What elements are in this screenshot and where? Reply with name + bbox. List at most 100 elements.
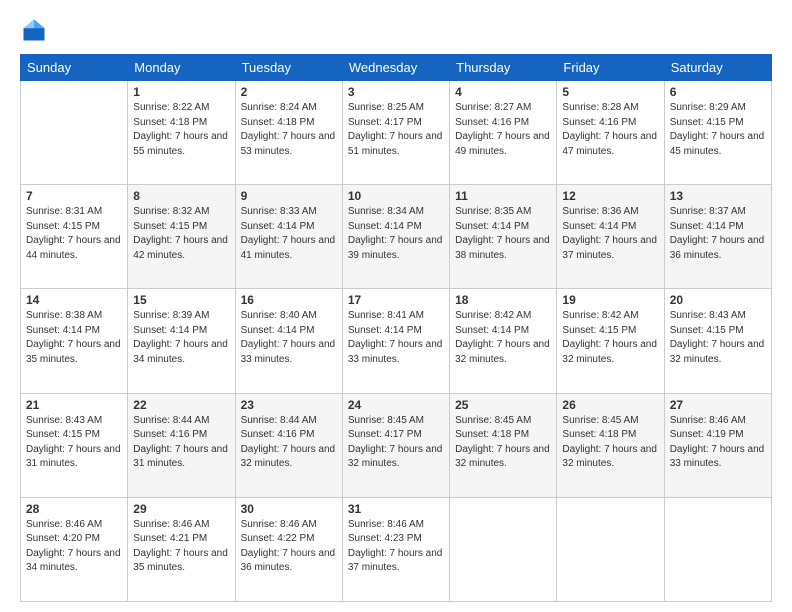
daylight: Daylight: 7 hours and 32 minutes.: [670, 339, 765, 365]
day-number: 31: [348, 502, 444, 516]
day-number: 4: [455, 85, 551, 99]
daylight: Daylight: 7 hours and 39 minutes.: [348, 235, 443, 261]
sunrise: Sunrise: 8:46 AM: [348, 519, 424, 530]
daylight: Daylight: 7 hours and 42 minutes.: [133, 235, 228, 261]
day-number: 3: [348, 85, 444, 99]
sunset: Sunset: 4:15 PM: [26, 429, 100, 440]
calendar-cell: [557, 497, 664, 601]
daylight: Daylight: 7 hours and 45 minutes.: [670, 131, 765, 157]
sunset: Sunset: 4:16 PM: [455, 117, 529, 128]
day-number: 13: [670, 189, 766, 203]
calendar-week-row: 7 Sunrise: 8:31 AM Sunset: 4:15 PM Dayli…: [21, 185, 772, 289]
day-detail: Sunrise: 8:46 AM Sunset: 4:19 PM Dayligh…: [670, 414, 766, 472]
day-number: 10: [348, 189, 444, 203]
day-detail: Sunrise: 8:46 AM Sunset: 4:23 PM Dayligh…: [348, 518, 444, 576]
sunrise: Sunrise: 8:45 AM: [562, 415, 638, 426]
sunset: Sunset: 4:17 PM: [348, 429, 422, 440]
day-number: 2: [241, 85, 337, 99]
sunset: Sunset: 4:14 PM: [348, 325, 422, 336]
day-detail: Sunrise: 8:46 AM Sunset: 4:22 PM Dayligh…: [241, 518, 337, 576]
day-detail: Sunrise: 8:36 AM Sunset: 4:14 PM Dayligh…: [562, 205, 658, 263]
calendar-cell: 16 Sunrise: 8:40 AM Sunset: 4:14 PM Dayl…: [235, 289, 342, 393]
calendar-cell: 18 Sunrise: 8:42 AM Sunset: 4:14 PM Dayl…: [450, 289, 557, 393]
day-detail: Sunrise: 8:22 AM Sunset: 4:18 PM Dayligh…: [133, 101, 229, 159]
day-number: 7: [26, 189, 122, 203]
calendar-cell: 10 Sunrise: 8:34 AM Sunset: 4:14 PM Dayl…: [342, 185, 449, 289]
day-number: 24: [348, 398, 444, 412]
day-detail: Sunrise: 8:27 AM Sunset: 4:16 PM Dayligh…: [455, 101, 551, 159]
day-number: 9: [241, 189, 337, 203]
sunrise: Sunrise: 8:36 AM: [562, 206, 638, 217]
calendar-cell: 15 Sunrise: 8:39 AM Sunset: 4:14 PM Dayl…: [128, 289, 235, 393]
day-detail: Sunrise: 8:34 AM Sunset: 4:14 PM Dayligh…: [348, 205, 444, 263]
calendar-cell: 29 Sunrise: 8:46 AM Sunset: 4:21 PM Dayl…: [128, 497, 235, 601]
calendar-cell: 19 Sunrise: 8:42 AM Sunset: 4:15 PM Dayl…: [557, 289, 664, 393]
calendar-week-row: 1 Sunrise: 8:22 AM Sunset: 4:18 PM Dayli…: [21, 81, 772, 185]
calendar-cell: 14 Sunrise: 8:38 AM Sunset: 4:14 PM Dayl…: [21, 289, 128, 393]
day-number: 27: [670, 398, 766, 412]
sunrise: Sunrise: 8:27 AM: [455, 102, 531, 113]
calendar-cell: [21, 81, 128, 185]
sunrise: Sunrise: 8:28 AM: [562, 102, 638, 113]
daylight: Daylight: 7 hours and 32 minutes.: [348, 444, 443, 470]
sunrise: Sunrise: 8:43 AM: [26, 415, 102, 426]
sunrise: Sunrise: 8:38 AM: [26, 310, 102, 321]
sunset: Sunset: 4:14 PM: [26, 325, 100, 336]
day-detail: Sunrise: 8:45 AM Sunset: 4:18 PM Dayligh…: [455, 414, 551, 472]
sunrise: Sunrise: 8:46 AM: [670, 415, 746, 426]
daylight: Daylight: 7 hours and 32 minutes.: [562, 444, 657, 470]
day-detail: Sunrise: 8:45 AM Sunset: 4:17 PM Dayligh…: [348, 414, 444, 472]
sunset: Sunset: 4:18 PM: [455, 429, 529, 440]
calendar-cell: [664, 497, 771, 601]
day-number: 30: [241, 502, 337, 516]
day-detail: Sunrise: 8:43 AM Sunset: 4:15 PM Dayligh…: [26, 414, 122, 472]
calendar-cell: 26 Sunrise: 8:45 AM Sunset: 4:18 PM Dayl…: [557, 393, 664, 497]
day-detail: Sunrise: 8:35 AM Sunset: 4:14 PM Dayligh…: [455, 205, 551, 263]
day-number: 25: [455, 398, 551, 412]
daylight: Daylight: 7 hours and 37 minutes.: [562, 235, 657, 261]
calendar-week-row: 14 Sunrise: 8:38 AM Sunset: 4:14 PM Dayl…: [21, 289, 772, 393]
sunset: Sunset: 4:14 PM: [241, 325, 315, 336]
col-header-sunday: Sunday: [21, 55, 128, 81]
day-number: 12: [562, 189, 658, 203]
daylight: Daylight: 7 hours and 55 minutes.: [133, 131, 228, 157]
day-detail: Sunrise: 8:46 AM Sunset: 4:21 PM Dayligh…: [133, 518, 229, 576]
sunset: Sunset: 4:14 PM: [133, 325, 207, 336]
day-detail: Sunrise: 8:45 AM Sunset: 4:18 PM Dayligh…: [562, 414, 658, 472]
calendar-cell: 22 Sunrise: 8:44 AM Sunset: 4:16 PM Dayl…: [128, 393, 235, 497]
sunset: Sunset: 4:14 PM: [562, 221, 636, 232]
daylight: Daylight: 7 hours and 31 minutes.: [133, 444, 228, 470]
day-detail: Sunrise: 8:40 AM Sunset: 4:14 PM Dayligh…: [241, 309, 337, 367]
sunset: Sunset: 4:19 PM: [670, 429, 744, 440]
calendar-cell: 5 Sunrise: 8:28 AM Sunset: 4:16 PM Dayli…: [557, 81, 664, 185]
day-detail: Sunrise: 8:42 AM Sunset: 4:15 PM Dayligh…: [562, 309, 658, 367]
day-number: 29: [133, 502, 229, 516]
day-detail: Sunrise: 8:43 AM Sunset: 4:15 PM Dayligh…: [670, 309, 766, 367]
daylight: Daylight: 7 hours and 35 minutes.: [133, 548, 228, 574]
daylight: Daylight: 7 hours and 44 minutes.: [26, 235, 121, 261]
sunrise: Sunrise: 8:42 AM: [455, 310, 531, 321]
daylight: Daylight: 7 hours and 38 minutes.: [455, 235, 550, 261]
day-number: 21: [26, 398, 122, 412]
daylight: Daylight: 7 hours and 41 minutes.: [241, 235, 336, 261]
sunset: Sunset: 4:15 PM: [133, 221, 207, 232]
sunset: Sunset: 4:21 PM: [133, 533, 207, 544]
sunset: Sunset: 4:14 PM: [455, 221, 529, 232]
day-number: 17: [348, 293, 444, 307]
col-header-tuesday: Tuesday: [235, 55, 342, 81]
day-detail: Sunrise: 8:44 AM Sunset: 4:16 PM Dayligh…: [241, 414, 337, 472]
sunrise: Sunrise: 8:22 AM: [133, 102, 209, 113]
day-detail: Sunrise: 8:46 AM Sunset: 4:20 PM Dayligh…: [26, 518, 122, 576]
day-number: 8: [133, 189, 229, 203]
calendar-cell: 17 Sunrise: 8:41 AM Sunset: 4:14 PM Dayl…: [342, 289, 449, 393]
sunset: Sunset: 4:15 PM: [26, 221, 100, 232]
calendar-week-row: 21 Sunrise: 8:43 AM Sunset: 4:15 PM Dayl…: [21, 393, 772, 497]
day-detail: Sunrise: 8:31 AM Sunset: 4:15 PM Dayligh…: [26, 205, 122, 263]
page: SundayMondayTuesdayWednesdayThursdayFrid…: [0, 0, 792, 612]
sunrise: Sunrise: 8:41 AM: [348, 310, 424, 321]
daylight: Daylight: 7 hours and 53 minutes.: [241, 131, 336, 157]
daylight: Daylight: 7 hours and 31 minutes.: [26, 444, 121, 470]
daylight: Daylight: 7 hours and 32 minutes.: [455, 444, 550, 470]
day-detail: Sunrise: 8:44 AM Sunset: 4:16 PM Dayligh…: [133, 414, 229, 472]
day-number: 11: [455, 189, 551, 203]
